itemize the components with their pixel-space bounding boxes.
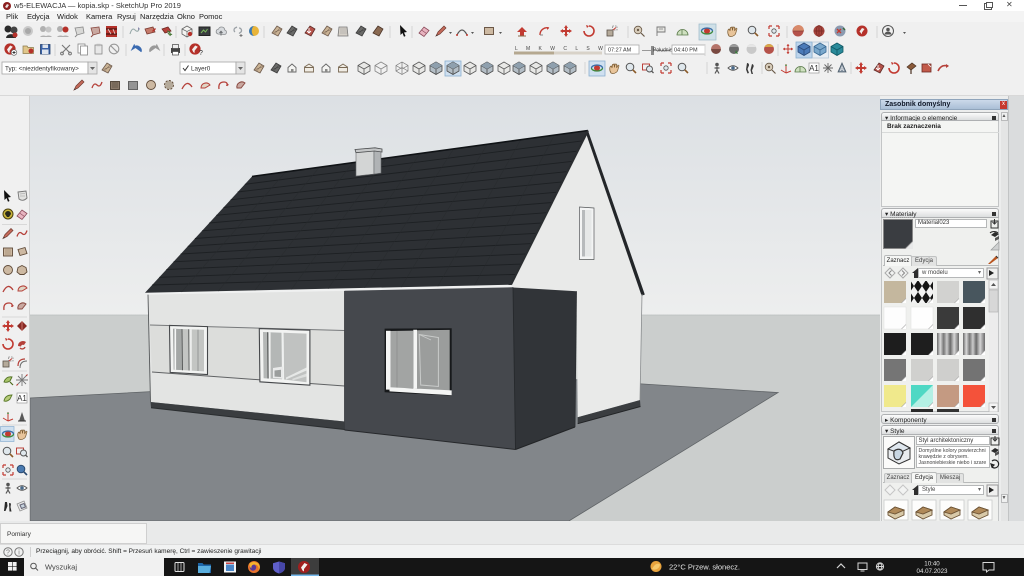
svg-text:04:40 PM: 04:40 PM <box>674 48 698 54</box>
svg-text:04.07.2023: 04.07.2023 <box>917 568 949 575</box>
svg-text:Layer0: Layer0 <box>191 66 211 73</box>
svg-text:10:40: 10:40 <box>924 561 940 568</box>
svg-text:Południe: Południe <box>653 48 673 54</box>
svg-text:?: ? <box>6 550 10 557</box>
svg-text:22°C Przew. słonecz.: 22°C Przew. słonecz. <box>669 563 740 572</box>
svg-text:?: ? <box>199 50 203 57</box>
svg-text:i: i <box>18 550 20 557</box>
svg-text:A: A <box>840 67 844 73</box>
svg-text:Typ: <niezidentyfikowany>: Typ: <niezidentyfikowany> <box>5 66 79 73</box>
svg-text:07:27 AM: 07:27 AM <box>608 48 632 54</box>
svg-text:Wyszukaj: Wyszukaj <box>45 563 77 572</box>
